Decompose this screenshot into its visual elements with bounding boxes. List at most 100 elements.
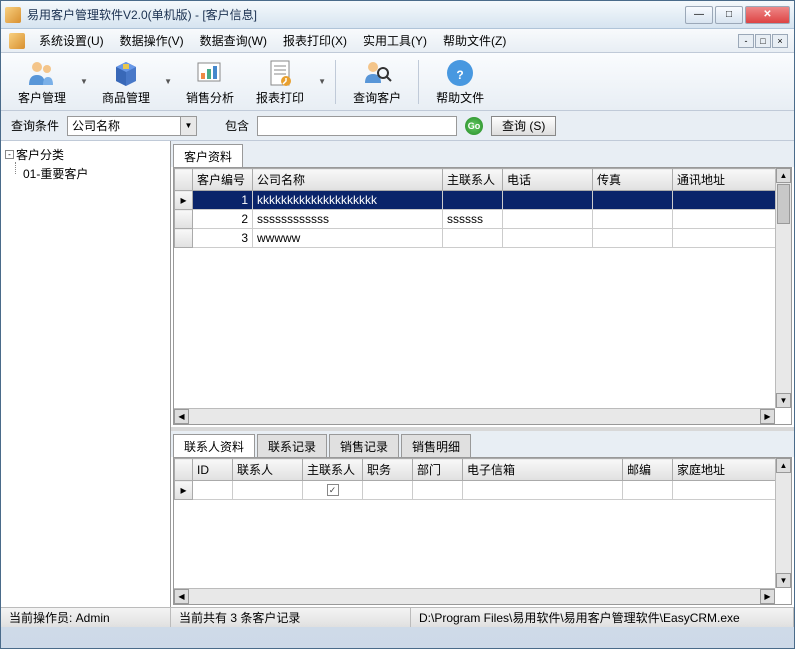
cell-id[interactable]: 3 — [193, 229, 253, 248]
maximize-button[interactable]: □ — [715, 6, 743, 24]
table-row[interactable]: ▸ ✓ — [175, 481, 791, 500]
tree-root[interactable]: - 客户分类 — [5, 145, 166, 164]
scroll-track[interactable] — [189, 589, 760, 604]
scroll-left-icon[interactable]: ◀ — [174, 589, 189, 604]
menu-help[interactable]: 帮助文件(Z) — [435, 29, 514, 52]
cell[interactable] — [463, 481, 623, 500]
menu-data-ops[interactable]: 数据操作(V) — [112, 29, 192, 52]
cell-contact[interactable] — [443, 191, 503, 210]
col-company[interactable]: 公司名称 — [253, 169, 443, 191]
menu-data-query[interactable]: 数据查询(W) — [192, 29, 275, 52]
cell-company[interactable]: ssssssssssss — [253, 210, 443, 229]
scroll-track[interactable] — [189, 409, 760, 424]
col-fax[interactable]: 传真 — [593, 169, 673, 191]
mdi-close-button[interactable]: × — [772, 34, 788, 48]
cell-phone[interactable] — [503, 191, 593, 210]
col-address[interactable]: 通讯地址 — [673, 169, 791, 191]
cell-addr[interactable] — [673, 191, 791, 210]
search-field-combo[interactable]: 公司名称 ▼ — [67, 116, 197, 136]
scroll-up-icon[interactable]: ▲ — [776, 458, 791, 473]
search-input[interactable] — [257, 116, 457, 136]
cell-addr[interactable] — [673, 229, 791, 248]
scroll-right-icon[interactable]: ▶ — [760, 409, 775, 424]
mdi-restore-button[interactable]: □ — [755, 34, 771, 48]
mdi-minimize-button[interactable]: - — [738, 34, 754, 48]
horizontal-scrollbar[interactable]: ◀ ▶ — [174, 588, 775, 604]
close-button[interactable]: ✕ — [745, 6, 790, 24]
cell-company[interactable]: wwwww — [253, 229, 443, 248]
scroll-up-icon[interactable]: ▲ — [776, 168, 791, 183]
vertical-scrollbar[interactable]: ▲ ▼ — [775, 168, 791, 408]
tab-sales-detail[interactable]: 销售明细 — [401, 434, 471, 458]
cell-company[interactable]: kkkkkkkkkkkkkkkkkkkk — [253, 191, 443, 210]
tab-sales-log[interactable]: 销售记录 — [329, 434, 399, 458]
cell[interactable] — [233, 481, 303, 500]
table-row[interactable]: ▸ 1 kkkkkkkkkkkkkkkkkkkk — [175, 191, 791, 210]
col-dept[interactable]: 部门 — [413, 459, 463, 481]
checkbox-icon[interactable]: ✓ — [327, 484, 339, 496]
minimize-button[interactable]: — — [685, 6, 713, 24]
tab-contact-data[interactable]: 联系人资料 — [173, 434, 255, 458]
contain-label: 包含 — [225, 117, 249, 134]
cell-phone[interactable] — [503, 229, 593, 248]
col-main-contact[interactable]: 主联系人 — [303, 459, 363, 481]
tb-help[interactable]: ? 帮助文件 — [427, 54, 493, 109]
col-id[interactable]: ID — [193, 459, 233, 481]
cell[interactable] — [193, 481, 233, 500]
vertical-scrollbar[interactable]: ▲ ▼ — [775, 458, 791, 588]
tb-label: 客户管理 — [18, 89, 66, 106]
tb-report-dropdown[interactable]: ▼ — [317, 55, 327, 108]
scroll-left-icon[interactable]: ◀ — [174, 409, 189, 424]
scroll-thumb[interactable] — [777, 184, 790, 224]
cell-fax[interactable] — [593, 229, 673, 248]
menu-system[interactable]: 系统设置(U) — [31, 29, 112, 52]
col-phone[interactable]: 电话 — [503, 169, 593, 191]
cell[interactable] — [413, 481, 463, 500]
search-button[interactable]: 查询 (S) — [491, 116, 556, 136]
row-indicator: ▸ — [175, 481, 193, 500]
col-email[interactable]: 电子信箱 — [463, 459, 623, 481]
col-home-addr[interactable]: 家庭地址 — [673, 459, 791, 481]
col-contact[interactable]: 主联系人 — [443, 169, 503, 191]
cell-fax[interactable] — [593, 210, 673, 229]
tab-contact-log[interactable]: 联系记录 — [257, 434, 327, 458]
collapse-icon[interactable]: - — [5, 150, 14, 159]
scroll-down-icon[interactable]: ▼ — [776, 573, 791, 588]
col-customer-id[interactable]: 客户编号 — [193, 169, 253, 191]
col-contact[interactable]: 联系人 — [233, 459, 303, 481]
cell-contact[interactable]: ssssss — [443, 210, 503, 229]
menu-report[interactable]: 报表打印(X) — [275, 29, 355, 52]
cell-contact[interactable] — [443, 229, 503, 248]
tree-child[interactable]: 01-重要客户 — [5, 164, 166, 183]
cell[interactable] — [363, 481, 413, 500]
contact-grid[interactable]: ID 联系人 主联系人 职务 部门 电子信箱 邮编 家庭地址 ▸ — [174, 458, 791, 500]
cell-checkbox[interactable]: ✓ — [303, 481, 363, 500]
cell[interactable] — [673, 481, 791, 500]
cell[interactable] — [623, 481, 673, 500]
cell-id[interactable]: 2 — [193, 210, 253, 229]
tb-product-mgmt[interactable]: 商品管理 — [93, 54, 159, 109]
cell-id[interactable]: 1 — [193, 191, 253, 210]
category-tree[interactable]: - 客户分类 01-重要客户 — [1, 141, 171, 607]
tb-sales-analysis[interactable]: 销售分析 — [177, 54, 243, 109]
tb-report-print[interactable]: 报表打印 — [247, 54, 313, 109]
cell-addr[interactable] — [673, 210, 791, 229]
tb-customer-dropdown[interactable]: ▼ — [79, 55, 89, 108]
tb-search-customer[interactable]: 查询客户 — [344, 54, 410, 109]
col-title[interactable]: 职务 — [363, 459, 413, 481]
tab-customer-data[interactable]: 客户资料 — [173, 144, 243, 168]
scroll-right-icon[interactable]: ▶ — [760, 589, 775, 604]
table-row[interactable]: 3 wwwww — [175, 229, 791, 248]
customer-grid[interactable]: 客户编号 公司名称 主联系人 电话 传真 通讯地址 ▸ 1 kkkkkkkkkk… — [174, 168, 791, 248]
scroll-down-icon[interactable]: ▼ — [776, 393, 791, 408]
app-icon — [5, 7, 21, 23]
menu-tools[interactable]: 实用工具(Y) — [355, 29, 435, 52]
col-zip[interactable]: 邮编 — [623, 459, 673, 481]
table-row[interactable]: 2 ssssssssssss ssssss — [175, 210, 791, 229]
horizontal-scrollbar[interactable]: ◀ ▶ — [174, 408, 775, 424]
tb-customer-mgmt[interactable]: 客户管理 — [9, 54, 75, 109]
tb-product-dropdown[interactable]: ▼ — [163, 55, 173, 108]
cell-fax[interactable] — [593, 191, 673, 210]
cell-phone[interactable] — [503, 210, 593, 229]
tb-label: 销售分析 — [186, 89, 234, 106]
